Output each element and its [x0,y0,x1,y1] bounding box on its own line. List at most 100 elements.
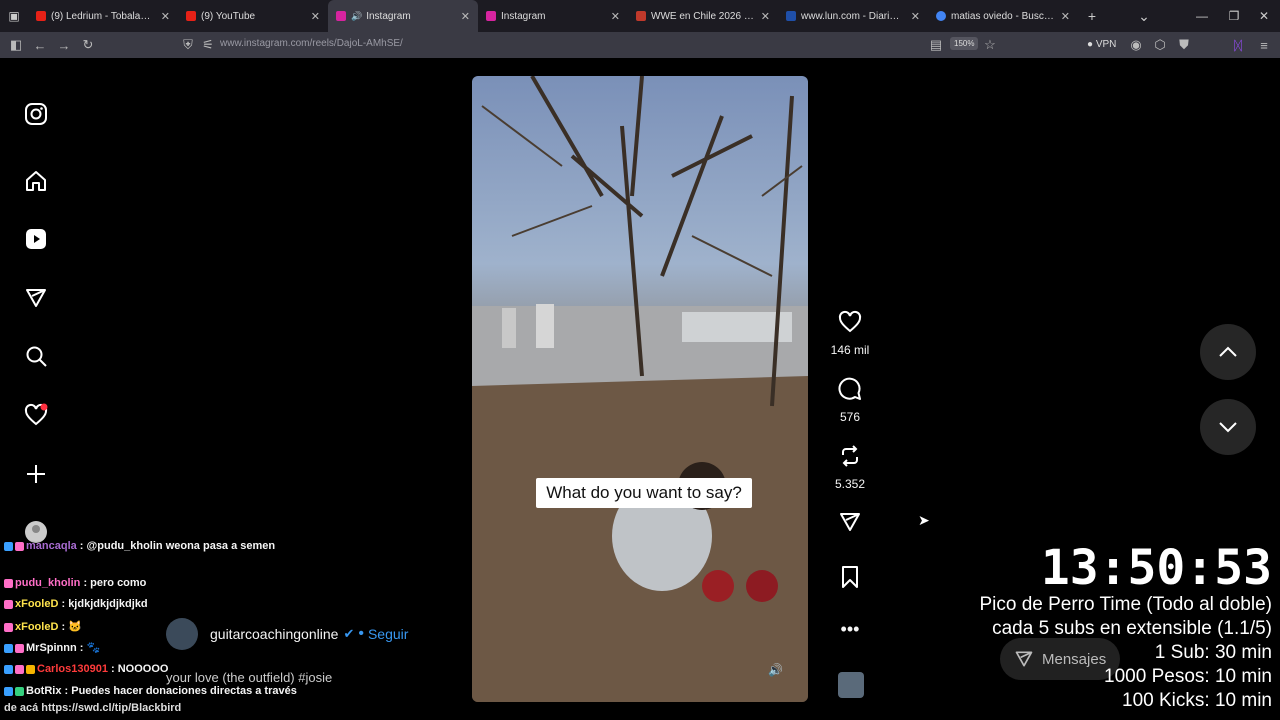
vpn-button[interactable]: ● VPN [1087,39,1116,50]
browser-tab-bar: ▣ (9) Ledrium - Tobalaba, MUT, A ✕ (9) Yo… [0,0,1280,32]
repost-count: 5.352 [834,477,866,491]
chat-message: NOOOOO [117,663,169,675]
new-tab-icon[interactable]: + [1078,0,1106,32]
close-tab-icon[interactable]: ✕ [761,10,770,23]
chat-message: kjdkjdkjdjkdjkd [68,598,148,610]
browser-nav-bar: ◧ ← → ↻ ⛨ ⚟ www.instagram.com/reels/Dajo… [0,32,1280,58]
close-tab-icon[interactable]: ✕ [161,10,170,23]
like-count: 146 mil [830,343,870,357]
chat-message: de acá https://swd.cl/tip/Blackbird [4,702,182,714]
overlay-line: 1000 Pesos: 10 min [1104,666,1272,687]
overlay-line: 100 Kicks: 10 min [1122,690,1272,711]
repost-action[interactable]: 5.352 [830,444,870,491]
instagram-favicon-icon [486,11,496,21]
next-reel-button[interactable] [1200,399,1256,455]
chat-line: xFooleD : 🐱 [4,620,82,633]
close-window-icon[interactable]: ✕ [1248,0,1280,32]
heart-icon[interactable] [838,310,862,334]
save-action[interactable] [830,565,870,594]
close-tab-icon[interactable]: ✕ [911,10,920,23]
reel-video[interactable]: 🔊 [472,76,808,702]
close-tab-icon[interactable]: ✕ [1061,10,1070,23]
create-plus-icon[interactable] [24,462,48,486]
overlay-line: 1 Sub: 30 min [1154,642,1272,663]
tab-5[interactable]: www.lun.com - Diario Las Ultim ✕ [778,0,928,32]
comment-action[interactable]: 576 [830,377,870,424]
notifications-heart-icon[interactable] [24,403,48,427]
repost-icon[interactable] [838,444,862,468]
tab-4[interactable]: WWE en Chile 2026 | Show en E ✕ [628,0,778,32]
chat-line: mancaqla : @pudu_kholin weona pasa a sem… [4,540,275,552]
reload-icon[interactable]: ↻ [76,32,100,58]
bookmark-icon[interactable] [838,565,862,589]
more-options-icon[interactable]: ••• [830,620,870,638]
audio-thumbnail[interactable] [838,672,864,698]
share-action[interactable] [830,510,870,539]
back-icon[interactable]: ← [28,32,52,58]
tab-title: Instagram [366,10,411,22]
mouse-cursor-icon: ➤ [918,512,930,528]
emote-icon: 🐾 [86,642,101,654]
chat-username: xFooleD [15,598,59,610]
tab-list-chevron-icon[interactable]: ⌄ [1130,0,1158,32]
tab-title: matias oviedo - Buscar con Goo [951,10,1055,22]
chat-line: pudu_kholin : pero como [4,577,146,589]
chat-username: xFooleD [15,621,59,633]
emote-icon: 🐱 [68,621,82,633]
close-tab-icon[interactable]: ✕ [461,10,470,23]
extension-icon[interactable]: ᛞ [1226,32,1250,58]
bookmark-star-icon[interactable]: ☆ [978,32,1002,58]
minimize-icon[interactable]: — [1186,0,1218,32]
tab-3[interactable]: Instagram ✕ [478,0,628,32]
chat-message: Puedes hacer donaciones directas a travé… [71,685,297,697]
tab-overview-icon[interactable]: ▣ [0,0,28,32]
forward-icon[interactable]: → [52,32,76,58]
overlay-line: Pico de Perro Time (Todo al doble) [979,594,1272,615]
youtube-favicon-icon [186,11,196,21]
reel-video-frame-image [472,76,808,702]
like-action[interactable]: 146 mil [830,310,870,357]
zoom-level-badge[interactable]: 150% [950,37,979,50]
maximize-icon[interactable]: ❐ [1218,0,1250,32]
chat-line: Carlos130901 : NOOOOO [4,663,168,675]
tab-6[interactable]: matias oviedo - Buscar con Goo ✕ [928,0,1078,32]
reader-view-icon[interactable]: ▤ [924,32,948,58]
youtube-favicon-icon [36,11,46,21]
chevron-up-icon [1219,346,1237,357]
chat-line: de acá https://swd.cl/tip/Blackbird [4,702,181,714]
comment-icon[interactable] [838,377,862,401]
messages-icon[interactable] [24,286,48,310]
reels-icon[interactable] [24,227,48,251]
close-tab-icon[interactable]: ✕ [311,10,320,23]
search-icon[interactable] [24,344,48,368]
subathon-timer: 13:50:53 [1040,540,1272,596]
instagram-logo-icon[interactable] [24,102,48,126]
chat-username: MrSpinnn [26,642,77,654]
follow-button[interactable]: Seguir [368,626,408,642]
tab-title: Instagram [501,10,546,22]
share-icon[interactable] [838,510,862,534]
home-icon[interactable] [24,169,48,193]
mute-toggle-icon[interactable]: 🔊 [768,663,783,677]
site-settings-icon[interactable]: ⚟ [196,32,220,58]
extensions-icon[interactable]: ⬡ [1148,32,1172,58]
previous-reel-button[interactable] [1200,324,1256,380]
chat-message: @pudu_kholin weona pasa a semen [86,540,276,552]
shield-extension-icon[interactable]: ⛊ [1172,32,1196,58]
reel-caption-overlay: What do you want to say? [536,478,752,508]
speaker-icon[interactable]: 🔊 [351,11,362,22]
tab-2[interactable]: 🔊 Instagram ✕ [328,0,478,32]
google-favicon-icon [936,11,946,21]
chat-username: BotRix [26,685,62,697]
tab-0[interactable]: (9) Ledrium - Tobalaba, MUT, A ✕ [28,0,178,32]
chat-message: pero como [90,577,147,589]
address-bar[interactable]: www.instagram.com/reels/DajoL-AMhSE/ [220,38,403,49]
chat-line: BotRix : Puedes hacer donaciones directa… [4,685,297,697]
messages-pill-button[interactable]: Mensajes [1000,638,1120,680]
comment-count: 576 [839,410,861,424]
sidebar-toggle-icon[interactable]: ◧ [4,32,28,58]
tab-1[interactable]: (9) YouTube ✕ [178,0,328,32]
close-tab-icon[interactable]: ✕ [611,10,620,23]
account-icon[interactable]: ◉ [1124,32,1148,58]
menu-icon[interactable]: ≡ [1252,32,1276,58]
